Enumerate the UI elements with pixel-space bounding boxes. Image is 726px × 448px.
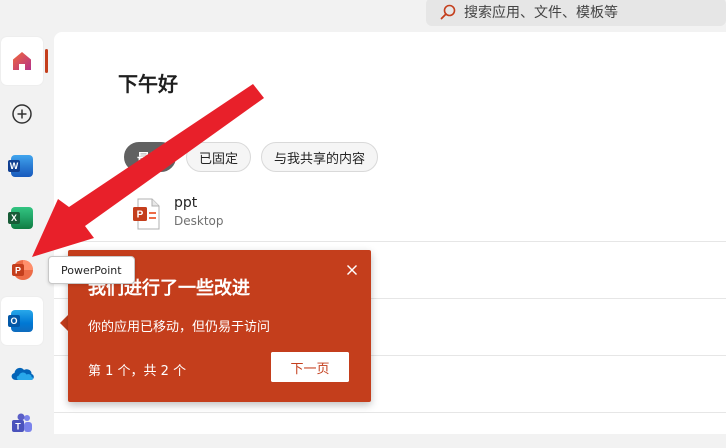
sidebar-item-excel[interactable]: X — [1, 194, 43, 242]
file-location: Desktop — [174, 214, 224, 228]
sidebar-item-home[interactable] — [1, 37, 43, 85]
sidebar-item-word[interactable]: W — [1, 142, 43, 190]
callout-page-indicator: 第 1 个，共 2 个 — [88, 364, 187, 379]
top-bar: 搜索应用、文件、模板等 — [0, 0, 726, 28]
tab-shared-with-me[interactable]: 与我共享的内容 — [261, 142, 379, 172]
close-icon — [347, 265, 357, 275]
search-placeholder: 搜索应用、文件、模板等 — [464, 5, 618, 21]
close-button[interactable] — [344, 262, 360, 278]
plus-circle-icon — [12, 104, 32, 124]
word-icon: W — [8, 155, 33, 177]
page-title: 下午好 — [118, 72, 178, 96]
sidebar-item-create[interactable] — [1, 90, 43, 138]
file-filter-tabs: 最近 已固定 与我共享的内容 — [124, 142, 379, 172]
sidebar-item-onedrive[interactable] — [1, 349, 43, 397]
sidebar-item-powerpoint[interactable]: P — [1, 246, 43, 294]
search-box[interactable]: 搜索应用、文件、模板等 — [426, 0, 726, 26]
onedrive-icon — [11, 367, 34, 380]
teams-icon: T — [12, 413, 32, 432]
sidebar-item-outlook[interactable]: O — [1, 297, 43, 345]
excel-icon: X — [8, 207, 33, 229]
powerpoint-tooltip: PowerPoint — [48, 256, 135, 284]
next-button[interactable]: 下一页 — [271, 352, 349, 382]
outlook-icon: O — [8, 310, 33, 332]
powerpoint-file-icon: P — [133, 198, 160, 230]
callout-body: 你的应用已移动，但仍易于访问 — [88, 320, 271, 335]
svg-text:P: P — [137, 210, 144, 221]
active-indicator — [45, 49, 48, 73]
file-name[interactable]: ppt — [174, 195, 197, 211]
sidebar-item-teams[interactable]: T — [1, 400, 43, 448]
svg-text:P: P — [15, 266, 21, 276]
tab-pinned[interactable]: 已固定 — [186, 142, 252, 172]
svg-text:T: T — [15, 422, 21, 432]
home-icon — [13, 52, 31, 70]
powerpoint-icon: P — [12, 260, 33, 280]
search-icon — [440, 4, 456, 20]
tab-recent[interactable]: 最近 — [124, 142, 177, 172]
sidebar: W X P O T — [0, 28, 52, 434]
